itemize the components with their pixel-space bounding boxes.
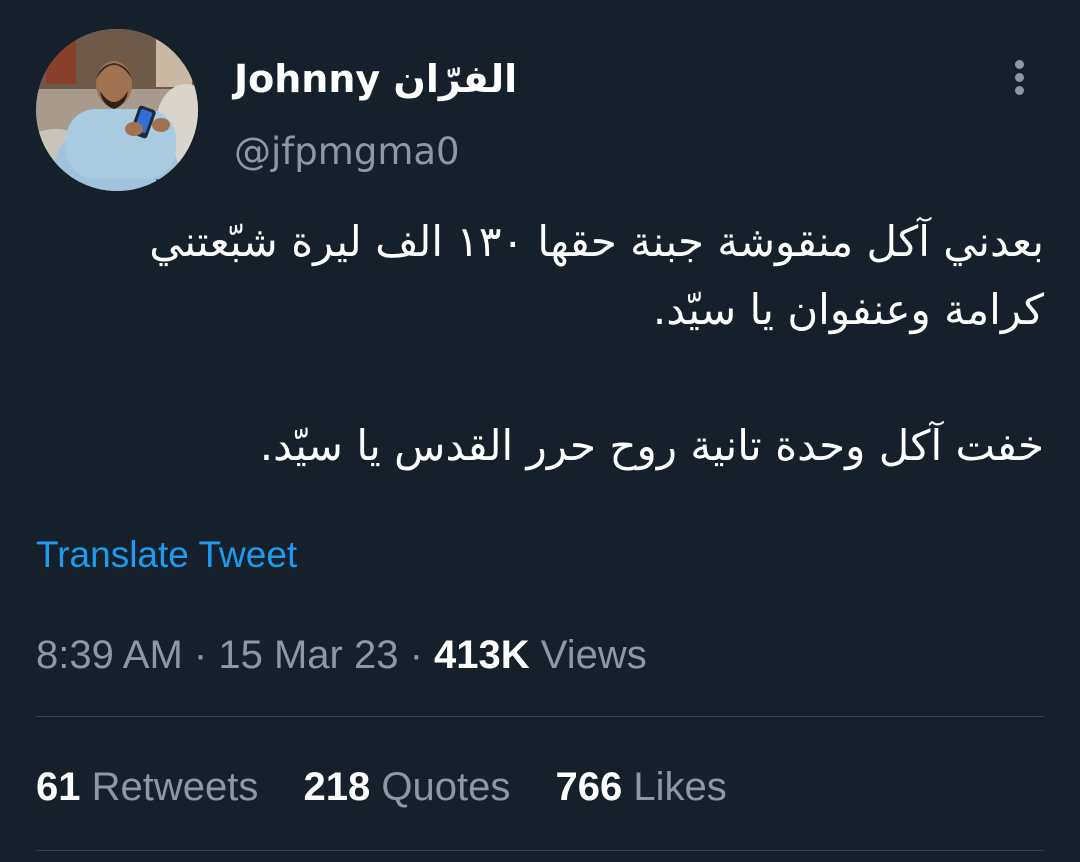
quotes-label: Quotes	[381, 765, 511, 809]
engagement-stats: 61 Retweets 218 Quotes 766 Likes	[36, 762, 761, 812]
author-display-name[interactable]: Johnny الفرّان	[234, 54, 517, 104]
profile-photo	[36, 29, 198, 191]
avatar[interactable]	[36, 29, 198, 191]
tweet-date[interactable]: 15 Mar 23	[218, 633, 398, 677]
likes-label: Likes	[633, 765, 727, 809]
retweets-count: 61	[36, 765, 81, 809]
dot	[1015, 60, 1024, 69]
likes-count: 766	[555, 765, 623, 809]
meta-separator: ·	[193, 633, 208, 677]
divider	[36, 716, 1044, 717]
tweet-meta: 8:39 AM · 15 Mar 23 · 413K Views	[36, 630, 647, 680]
dot	[1015, 73, 1024, 82]
retweets-stat[interactable]: 61 Retweets	[36, 762, 258, 812]
author-handle[interactable]: @jfpmgma0	[234, 128, 460, 176]
divider	[36, 850, 1044, 851]
tweet-time[interactable]: 8:39 AM	[36, 633, 183, 677]
translate-tweet-link[interactable]: Translate Tweet	[36, 532, 297, 578]
meta-separator: ·	[409, 633, 423, 677]
tweet-text-line: خفت آكل وحدة تانية روح حرر القدس يا سيّد…	[259, 421, 1044, 470]
dot	[1015, 86, 1024, 95]
retweets-label: Retweets	[91, 765, 259, 809]
quotes-stat[interactable]: 218 Quotes	[304, 762, 511, 812]
likes-stat[interactable]: 766 Likes	[555, 762, 726, 812]
tweet-text-line: كرامة وعنفوان يا سيّد.	[652, 285, 1044, 334]
quotes-count: 218	[303, 765, 371, 809]
three-dots-vertical-icon[interactable]	[1006, 58, 1034, 98]
tweet-text: بعدني آكل منقوشة جبنة حقها ١٣٠ الف ليرة …	[44, 208, 1044, 480]
views-label: Views	[540, 633, 647, 677]
views-count: 413K	[434, 633, 530, 677]
tweet-text-line: بعدني آكل منقوشة جبنة حقها ١٣٠ الف ليرة …	[149, 217, 1044, 266]
